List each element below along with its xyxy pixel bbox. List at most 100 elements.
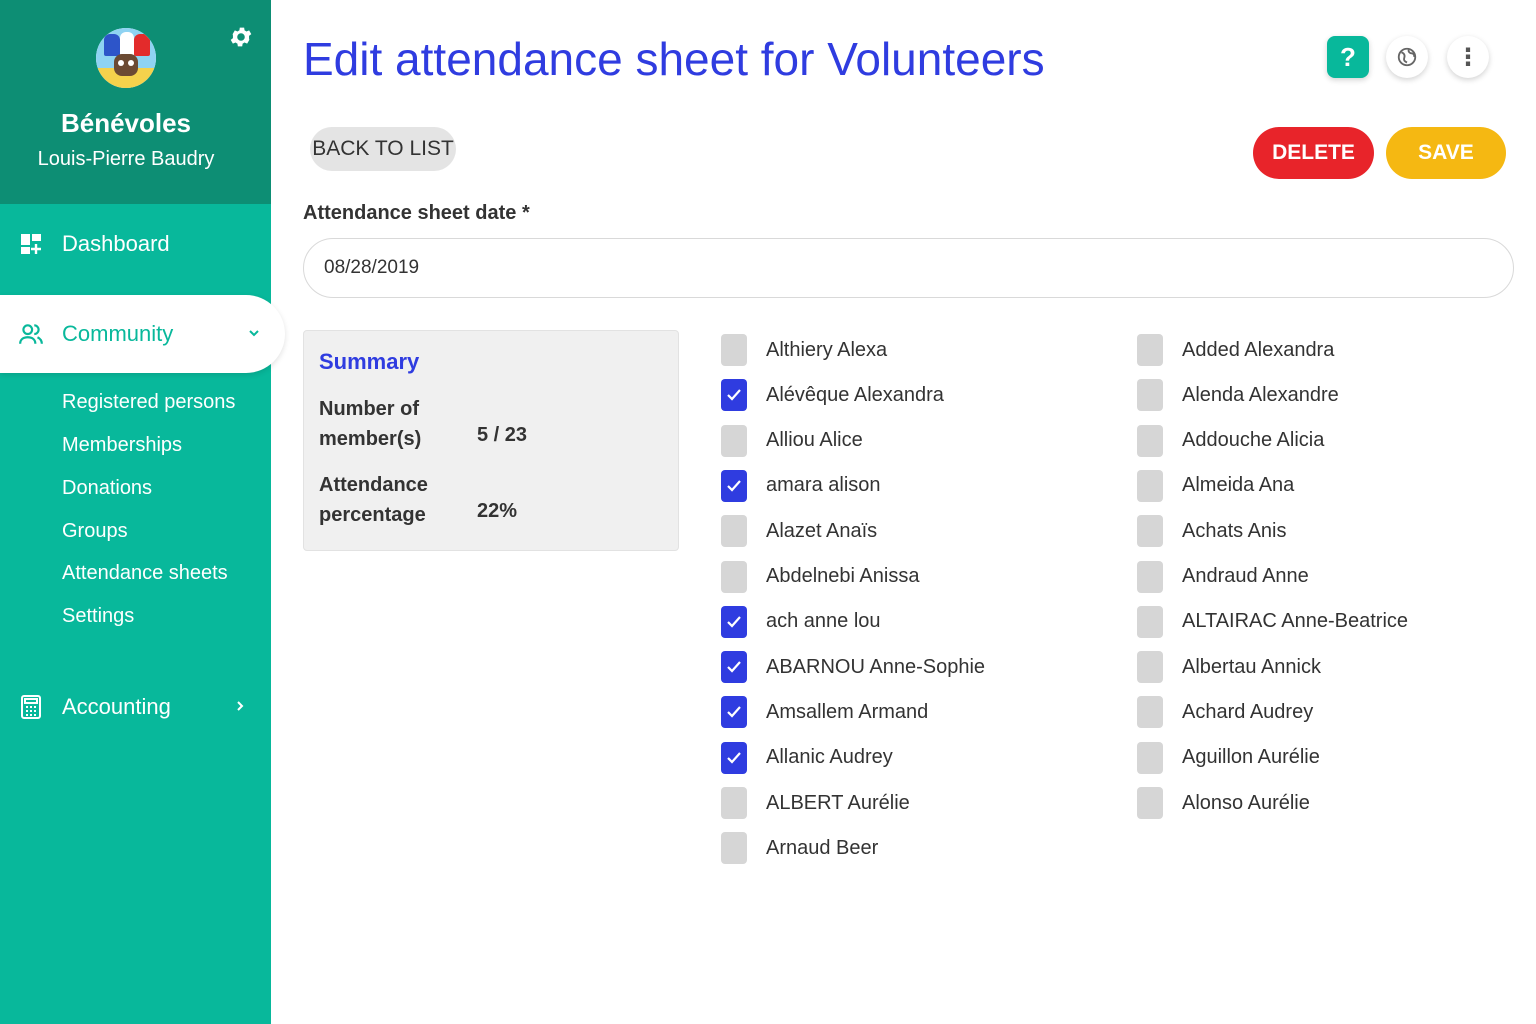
save-button[interactable]: SAVE [1386, 127, 1506, 179]
help-icon[interactable]: ? [1327, 36, 1369, 78]
member-row[interactable]: Achard Audrey [1137, 692, 1313, 732]
member-name: Allanic Audrey [766, 746, 893, 769]
sidebar-subitem-memberships[interactable]: Memberships [62, 430, 182, 460]
org-name: Bénévoles [60, 108, 192, 138]
sidebar-item-dashboard[interactable]: Dashboard [0, 205, 271, 283]
sidebar-item-label: Accounting [62, 694, 171, 719]
page-title: Edit attendance sheet for Volunteers [303, 33, 1045, 85]
member-row[interactable]: Aguillon Aurélie [1137, 738, 1320, 778]
member-checkbox[interactable] [721, 651, 747, 684]
users-icon [16, 319, 46, 349]
member-checkbox[interactable] [721, 469, 747, 502]
attendance-percentage-label: Attendance percentage [319, 474, 428, 526]
sidebar-item-accounting[interactable]: Accounting [0, 668, 271, 746]
member-name: Alonso Aurélie [1182, 791, 1310, 814]
chevron-down-icon [239, 324, 269, 345]
user-name: Louis-Pierre Baudry [37, 148, 215, 170]
checkmark-icon [727, 706, 741, 718]
member-name: Alazet Anaïs [766, 519, 878, 542]
member-checkbox[interactable] [1137, 696, 1163, 729]
member-name: Amsallem Armand [766, 700, 929, 723]
member-name: ABARNOU Anne-Sophie [766, 655, 986, 678]
member-checkbox[interactable] [1137, 605, 1163, 638]
globe-icon[interactable] [1386, 36, 1428, 78]
member-name: Almeida Ana [1182, 474, 1295, 497]
member-name: Alenda Alexandre [1182, 383, 1339, 406]
members-count-value: 5 / 23 [477, 424, 528, 446]
member-name: Addouche Alicia [1182, 429, 1325, 452]
back-to-list-button[interactable]: BACK TO LIST [310, 127, 456, 171]
member-row[interactable]: Added Alexandra [1137, 330, 1334, 370]
member-row[interactable]: ALBERT Aurélie [721, 783, 910, 823]
member-checkbox[interactable] [721, 560, 747, 593]
member-row[interactable]: Albertau Annick [1137, 647, 1321, 687]
checkmark-icon [727, 751, 741, 764]
summary-card: Summary Number of member(s) 5 / 23 Atten… [303, 330, 679, 551]
member-checkbox[interactable] [721, 696, 747, 729]
member-checkbox[interactable] [721, 424, 747, 457]
member-checkbox[interactable] [721, 832, 747, 865]
member-row[interactable]: Alonso Aurélie [1137, 783, 1310, 823]
attendance-percentage-value: 22% [477, 500, 518, 522]
more-options-icon[interactable]: ⋮ [1447, 36, 1489, 78]
chevron-right-icon [225, 697, 255, 718]
member-row[interactable]: ALTAIRAC Anne-Beatrice [1137, 602, 1408, 642]
member-name: Albertau Annick [1182, 655, 1321, 678]
member-row[interactable]: Andraud Anne [1137, 557, 1309, 597]
sidebar-subitem-groups[interactable]: Groups [62, 516, 128, 546]
member-row[interactable]: Alliou Alice [721, 421, 863, 461]
member-checkbox[interactable] [1137, 379, 1163, 412]
member-checkbox[interactable] [1137, 424, 1163, 457]
member-name: ALBERT Aurélie [766, 791, 910, 814]
member-row[interactable]: Amsallem Armand [721, 692, 928, 732]
member-checkbox[interactable] [721, 741, 747, 774]
member-row[interactable]: amara alison [721, 466, 881, 506]
member-checkbox[interactable] [1137, 787, 1163, 819]
member-checkbox[interactable] [721, 379, 747, 412]
gear-icon[interactable] [226, 24, 256, 54]
date-field-label: Attendance sheet date * [303, 202, 530, 224]
member-row[interactable]: Abdelnebi Anissa [721, 557, 919, 597]
member-checkbox[interactable] [1137, 469, 1163, 502]
member-checkbox[interactable] [721, 787, 747, 819]
checkmark-icon [727, 480, 741, 492]
member-row[interactable]: Achats Anis [1137, 511, 1287, 551]
sidebar-subitem-registered-persons[interactable]: Registered persons [62, 387, 235, 417]
attendance-date-input[interactable] [303, 238, 1514, 298]
member-row[interactable]: Almeida Ana [1137, 466, 1294, 506]
member-checkbox[interactable] [1137, 515, 1163, 548]
member-name: Arnaud Beer [766, 836, 879, 859]
member-row[interactable]: Addouche Alicia [1137, 421, 1324, 461]
member-row[interactable]: Arnaud Beer [721, 828, 878, 868]
delete-button[interactable]: DELETE [1253, 127, 1374, 179]
member-name: ach anne lou [766, 610, 881, 633]
sidebar-item-community[interactable]: Community [0, 295, 285, 373]
member-name: ALTAIRAC Anne-Beatrice [1182, 610, 1409, 633]
member-name: Achard Audrey [1182, 700, 1314, 723]
members-count-label: Number of member(s) [319, 398, 422, 450]
member-checkbox[interactable] [1137, 651, 1163, 684]
member-checkbox[interactable] [1137, 334, 1163, 366]
member-name: Alévêque Alexandra [766, 383, 944, 406]
member-checkbox[interactable] [1137, 560, 1163, 593]
member-row[interactable]: Alenda Alexandre [1137, 375, 1339, 415]
member-checkbox[interactable] [1137, 741, 1163, 774]
sidebar-subitem-attendance-sheets[interactable]: Attendance sheets [62, 558, 228, 588]
avatar[interactable] [96, 28, 156, 88]
member-checkbox[interactable] [721, 605, 747, 638]
member-row[interactable]: Alévêque Alexandra [721, 375, 944, 415]
member-row[interactable]: ABARNOU Anne-Sophie [721, 647, 985, 687]
summary-title: Summary [319, 349, 420, 374]
member-checkbox[interactable] [721, 334, 747, 366]
member-row[interactable]: Alazet Anaïs [721, 511, 877, 551]
member-row[interactable]: ach anne lou [721, 602, 881, 642]
member-name: Abdelnebi Anissa [766, 565, 920, 587]
checkmark-icon [727, 616, 741, 628]
calculator-icon [16, 692, 46, 722]
sidebar-subitem-settings[interactable]: Settings [62, 601, 134, 631]
member-row[interactable]: Althiery Alexa [721, 330, 887, 370]
member-row[interactable]: Allanic Audrey [721, 738, 893, 778]
sidebar-subitem-donations[interactable]: Donations [62, 473, 152, 503]
member-name: Achats Anis [1182, 519, 1287, 542]
member-checkbox[interactable] [721, 515, 747, 548]
